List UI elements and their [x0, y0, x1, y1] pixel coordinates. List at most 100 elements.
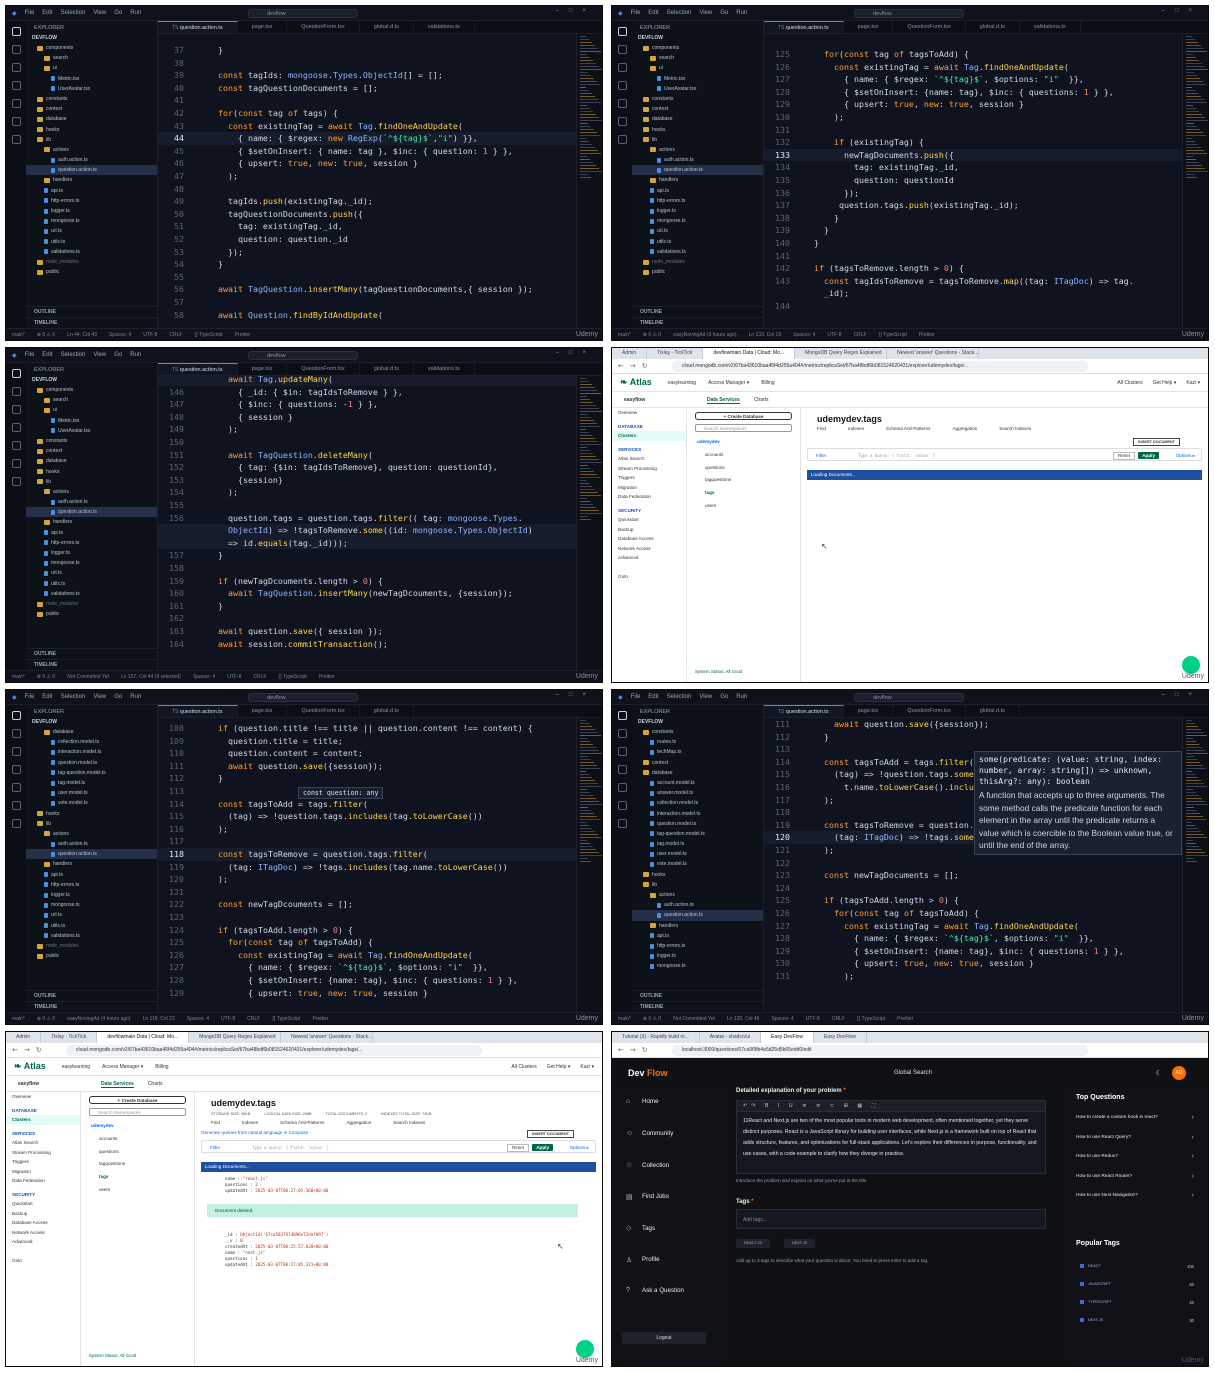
minimap[interactable]: [576, 718, 602, 1012]
tree-item-question-action-ts[interactable]: question.action.ts: [632, 165, 763, 176]
reset-button[interactable]: Reset: [1112, 452, 1135, 460]
collection-item[interactable]: users: [687, 500, 800, 513]
menu-item-view[interactable]: View: [93, 10, 106, 16]
database-item[interactable]: udemydev: [687, 436, 800, 449]
tree-item-mongoose-ts[interactable]: mongoose.ts: [26, 900, 157, 910]
nav-item[interactable]: Data Federation: [6, 1176, 80, 1186]
tree-item-interaction-model-ts[interactable]: interaction.model.ts: [26, 747, 157, 757]
status-item[interactable]: Spaces: 4: [771, 1016, 793, 1022]
source-control-icon[interactable]: [11, 405, 21, 414]
command-center-search[interactable]: devflow: [248, 351, 358, 360]
tree-item-url-ts[interactable]: url.ts: [26, 226, 157, 236]
tree-item-utils-ts[interactable]: utils.ts: [26, 921, 157, 931]
tree-item-validations-ts[interactable]: validations.ts: [26, 931, 157, 941]
nav-community[interactable]: ☺ Community: [626, 1130, 673, 1137]
tree-item-collection-model-ts[interactable]: collection.model.ts: [632, 798, 763, 808]
code-editor[interactable]: 37 } 38 39 const tagIds: mongoose.Types.Ob…: [158, 34, 576, 328]
tree-item-api-ts[interactable]: api.ts: [26, 528, 157, 538]
outline-section[interactable]: OUTLINE: [632, 306, 763, 317]
status-item[interactable]: ⊗ 0 ⚠ 0: [37, 332, 55, 338]
tree-item-question-model-ts[interactable]: question.model.ts: [26, 758, 157, 768]
status-item[interactable]: CRLF: [169, 332, 182, 338]
menu-item-file[interactable]: File: [25, 352, 35, 358]
nav-item[interactable]: Quickstart: [6, 1199, 80, 1209]
tree-item-constants[interactable]: constants: [632, 94, 763, 104]
editor-tab[interactable]: validations.ts: [414, 363, 475, 375]
tree-item-utils-ts[interactable]: utils.ts: [26, 579, 157, 589]
command-center-search[interactable]: devflow: [854, 693, 964, 702]
tree-item-user-model-ts[interactable]: user.model.ts: [26, 788, 157, 798]
search-icon[interactable]: [11, 729, 21, 738]
tree-item-url-ts[interactable]: url.ts: [26, 568, 157, 578]
status-item[interactable]: main*: [12, 674, 25, 680]
browser-tab[interactable]: devflowmain Data | Cloud: Mo...: [97, 1032, 190, 1043]
menu-item-edit[interactable]: Edit: [42, 10, 52, 16]
tree-item-handlers[interactable]: handlers: [632, 175, 763, 185]
nav-item[interactable]: Overview: [612, 408, 686, 418]
tree-item-useravatar-tsx[interactable]: UserAvatar.tsx: [26, 84, 157, 94]
tree-item-auth-action-ts[interactable]: auth.action.ts: [26, 497, 157, 507]
editor-tab[interactable]: question.action.ts: [764, 705, 844, 717]
browser-tab[interactable]: Newest 'answer' Questions - Stack...: [887, 348, 980, 359]
browser-tab[interactable]: devflowmain Data | Cloud: Mo...: [703, 348, 796, 359]
chat-fab[interactable]: [1182, 656, 1200, 674]
tree-item-ui[interactable]: ui: [26, 63, 157, 73]
tree-item-question-action-ts[interactable]: question.action.ts: [632, 910, 763, 921]
explorer-icon[interactable]: [617, 27, 627, 36]
tree-item-node-modules[interactable]: node_modules: [632, 257, 763, 267]
insert-document-button[interactable]: INSERT DOCUMENT: [527, 1130, 574, 1138]
tree-item-node-modules[interactable]: node_modules: [26, 941, 157, 951]
status-item[interactable]: {} TypeScript: [272, 1016, 300, 1022]
nav-item[interactable]: [6, 1247, 80, 1257]
outline-section[interactable]: OUTLINE: [26, 990, 157, 1001]
subnav-tab[interactable]: Aggregation: [952, 426, 977, 431]
run-debug-icon[interactable]: [11, 423, 21, 432]
nav-arrows-icon[interactable]: ←→↻: [618, 362, 654, 370]
menu-item-edit[interactable]: Edit: [42, 352, 52, 358]
tree-item-ui[interactable]: ui: [26, 405, 157, 415]
subnav-tab[interactable]: Aggregation: [346, 1120, 371, 1125]
top-question[interactable]: How to use React Query?: [1076, 1134, 1186, 1141]
menu-item-go[interactable]: Go: [114, 694, 122, 700]
status-item[interactable]: CRLF: [854, 332, 867, 338]
status-item[interactable]: ⊗ 0 ⚠ 0: [37, 1016, 55, 1022]
menu-item-go[interactable]: Go: [114, 10, 122, 16]
nav-item[interactable]: Advanced: [612, 553, 686, 563]
tree-item-public[interactable]: public: [26, 267, 157, 277]
editor-tab[interactable]: page.tsx: [844, 705, 894, 717]
editor-toolbar[interactable]: ↶↷ B I U ≡ ≡ ⊂ ⊞ ▦ ⛶: [737, 1101, 1045, 1112]
status-item[interactable]: Ln 118, Col 23: [143, 1016, 175, 1022]
tree-item-useravatar-tsx[interactable]: UserAvatar.tsx: [632, 84, 763, 94]
rich-text-editor[interactable]: ↶↷ B I U ≡ ≡ ⊂ ⊞ ▦ ⛶ 11React and Next.js …: [736, 1100, 1046, 1174]
code-editor[interactable]: await Tag.updateMany(146 { _id: { $in: t…: [158, 376, 576, 670]
browser-tab[interactable]: Admin: [6, 1032, 42, 1043]
tree-item-url-ts[interactable]: url.ts: [26, 910, 157, 920]
tree-item-logger-ts[interactable]: logger.ts: [26, 548, 157, 558]
tree-item-actions[interactable]: actions: [632, 890, 763, 900]
command-center-search[interactable]: devflow: [854, 9, 964, 18]
tree-item-lib[interactable]: lib: [632, 135, 763, 145]
menu-item-selection[interactable]: Selection: [667, 694, 692, 700]
editor-tab[interactable]: page.tsx: [844, 21, 894, 33]
nav-item[interactable]: Backup: [612, 525, 686, 535]
status-item[interactable]: CRLF: [253, 674, 266, 680]
database-icon[interactable]: [617, 819, 627, 828]
search-namespaces-input[interactable]: Search Namespaces: [89, 1108, 186, 1116]
status-item[interactable]: Spaces: 4: [187, 1016, 209, 1022]
create-database-button[interactable]: + Create Database: [695, 412, 792, 420]
nav-item[interactable]: Network Access: [612, 544, 686, 554]
minimap[interactable]: [576, 376, 602, 670]
nav-find-jobs[interactable]: ▤ Find Jobs: [626, 1193, 669, 1201]
tree-item-question-action-ts[interactable]: question.action.ts: [26, 507, 157, 518]
status-item[interactable]: Ln 44, Col 43: [67, 332, 97, 338]
tree-item-constants[interactable]: constants: [632, 727, 763, 737]
menu-item-view[interactable]: View: [699, 694, 712, 700]
timeline-section[interactable]: TIMELINE: [26, 317, 157, 328]
top-question[interactable]: How to use React Router?: [1076, 1173, 1186, 1180]
menu-item-edit[interactable]: Edit: [648, 694, 658, 700]
subnav-tab[interactable]: Schema Anti-Patterns: [280, 1120, 324, 1125]
status-item[interactable]: {} TypeScript: [879, 332, 907, 338]
tree-item-hooks[interactable]: hooks: [26, 125, 157, 135]
tree-item-node-modules[interactable]: node_modules: [26, 599, 157, 609]
collection-item[interactable]: tagquestions: [81, 1158, 194, 1171]
